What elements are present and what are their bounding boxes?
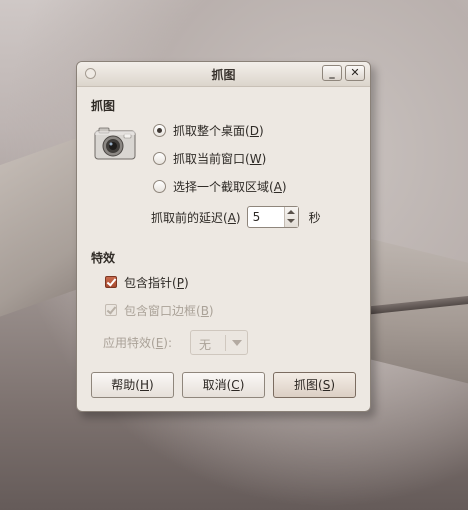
include-border-checkbox	[105, 304, 117, 316]
option-select-area[interactable]: 选择一个截取区域(A)	[153, 177, 287, 195]
effects-section-label: 特效	[91, 251, 116, 265]
minimize-button[interactable]: _	[322, 65, 342, 81]
include-pointer-checkbox[interactable]	[105, 276, 117, 288]
title-bar[interactable]: 抓图 _ ✕	[77, 62, 370, 87]
spin-down-icon[interactable]	[286, 219, 295, 223]
apply-effect-label: 应用特效(E):	[103, 336, 173, 350]
delay-spinbox[interactable]: 5	[246, 206, 299, 228]
radio-current-window[interactable]	[153, 151, 166, 165]
radio-select-area[interactable]	[153, 179, 166, 193]
option-whole-desktop-label: 抓取整个桌面(D)	[173, 123, 264, 138]
grab-section-label: 抓图	[91, 99, 116, 113]
option-select-area-label: 选择一个截取区域(A)	[173, 179, 287, 194]
option-whole-desktop[interactable]: 抓取整个桌面(D)	[153, 121, 264, 139]
help-button[interactable]: 帮助(H)	[91, 372, 174, 398]
radio-whole-desktop[interactable]	[153, 123, 166, 137]
chevron-down-icon	[232, 340, 243, 346]
cancel-button[interactable]: 取消(C)	[182, 372, 265, 398]
apply-effect-value: 无	[199, 338, 212, 352]
include-pointer-option[interactable]: 包含指针(P)	[105, 273, 189, 291]
close-button[interactable]: ✕	[345, 65, 365, 81]
delay-row: 抓取前的延迟(A) 5 秒	[151, 206, 321, 228]
screenshot-dialog: 抓图 _ ✕ 抓图 抓取整个桌面(D) 抓取当前窗口(W) 选择一个截取区域(A…	[76, 61, 371, 412]
include-border-label: 包含窗口边框(B)	[124, 303, 214, 318]
grab-button[interactable]: 抓图(S)	[273, 372, 356, 398]
include-border-option: 包含窗口边框(B)	[105, 301, 214, 319]
camera-icon	[94, 127, 136, 160]
option-current-window-label: 抓取当前窗口(W)	[173, 151, 267, 166]
delay-value[interactable]: 5	[253, 210, 261, 224]
apply-effect-row: 应用特效(E): 无	[103, 330, 249, 355]
combo-separator	[225, 335, 227, 351]
include-pointer-label: 包含指针(P)	[124, 275, 189, 290]
option-current-window[interactable]: 抓取当前窗口(W)	[153, 149, 266, 167]
apply-effect-combo: 无	[190, 330, 249, 355]
delay-spin-arrows[interactable]	[283, 207, 298, 227]
delay-unit: 秒	[308, 210, 321, 225]
delay-label: 抓取前的延迟(A)	[151, 210, 241, 225]
spin-up-icon[interactable]	[286, 210, 295, 214]
